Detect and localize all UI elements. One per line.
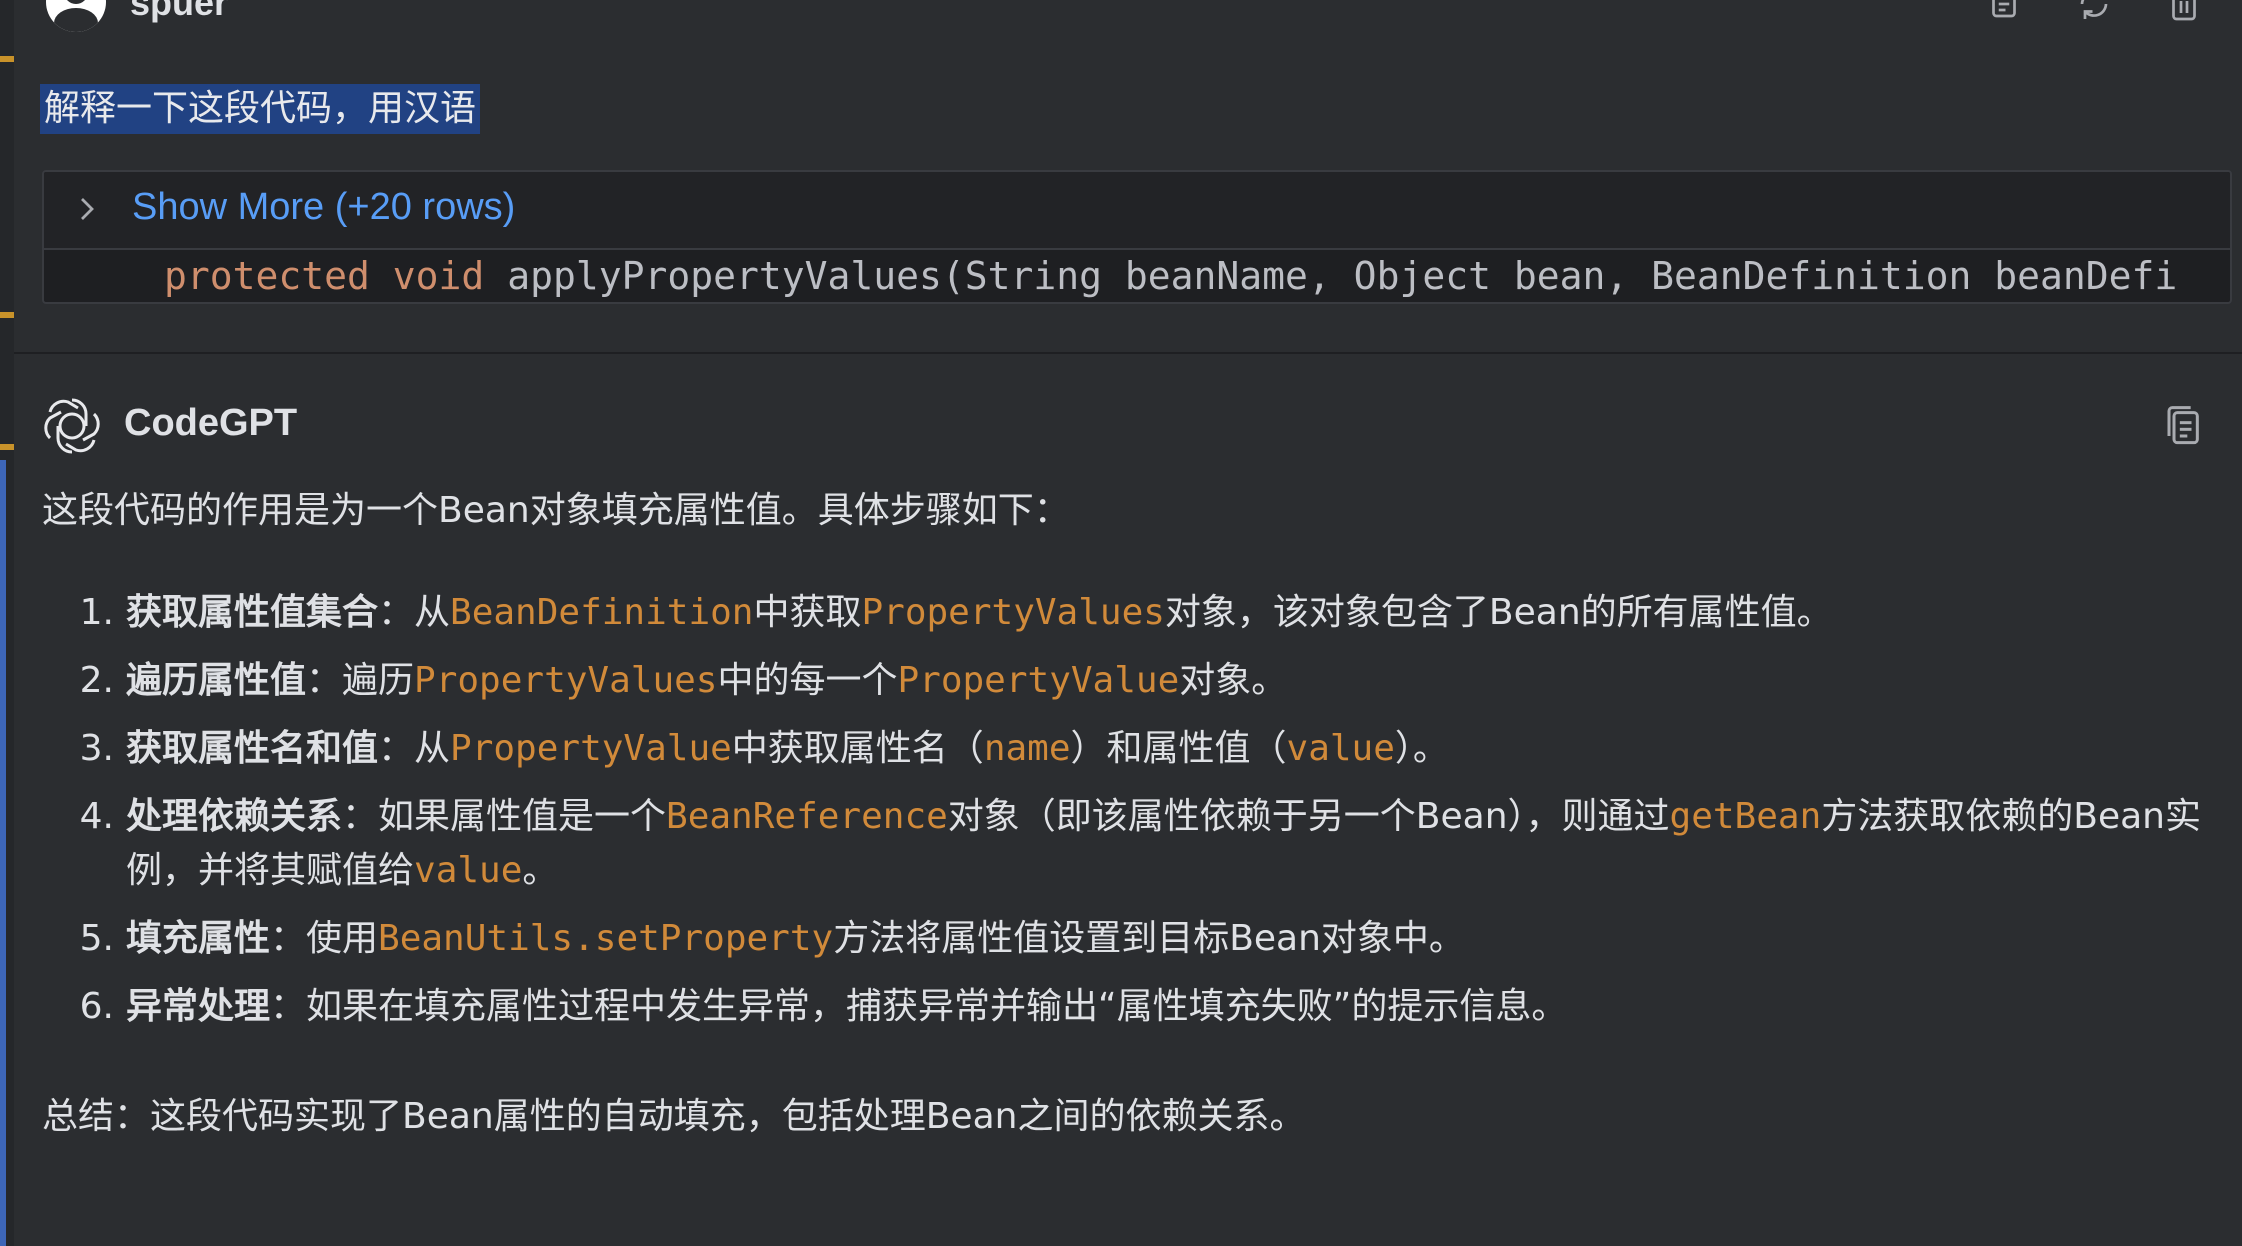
code-text: applyPropertyValues(String beanName, Obj… bbox=[507, 254, 2178, 298]
list-item-number: 4. bbox=[79, 796, 114, 837]
step-text: 对象，该对象包含了Bean的所有属性值。 bbox=[1164, 592, 1833, 633]
gutter-marker bbox=[0, 444, 14, 450]
step-title: 遍历属性值 bbox=[126, 660, 307, 701]
regenerate-icon[interactable] bbox=[2076, 0, 2112, 22]
copy-icon[interactable] bbox=[1986, 0, 2022, 22]
inline-code: BeanUtils.setProperty bbox=[378, 918, 834, 959]
list-item-number: 6. bbox=[79, 986, 114, 1027]
list-item-number: 5. bbox=[79, 918, 114, 959]
left-gutter bbox=[0, 0, 14, 1246]
user-prompt: 解释一下这段代码，用汉语 bbox=[40, 84, 481, 134]
list-item: 4. 处理依赖关系：如果属性值是一个BeanReference对象（即该属性依赖于… bbox=[80, 790, 2222, 898]
code-line: protected void applyPropertyValues(Strin… bbox=[44, 250, 2230, 302]
copy-icon[interactable] bbox=[2164, 404, 2204, 448]
code-snippet-header[interactable]: Show More (+20 rows) bbox=[44, 172, 2230, 250]
inline-code: PropertyValues bbox=[861, 592, 1165, 633]
chevron-right-icon[interactable] bbox=[74, 194, 100, 224]
response-intro: 这段代码的作用是为一个Bean对象填充属性值。具体步骤如下： bbox=[42, 490, 1070, 531]
step-text: ）。 bbox=[1394, 728, 1449, 769]
assistant-name: CodeGPT bbox=[124, 402, 298, 444]
step-text: ：从 bbox=[378, 728, 451, 769]
step-text: ：如果属性值是一个 bbox=[342, 796, 667, 837]
user-avatar bbox=[46, 0, 106, 32]
inline-code: PropertyValue bbox=[897, 660, 1180, 701]
list-item: 1. 获取属性值集合：从BeanDefinition中获取PropertyValu… bbox=[80, 586, 2222, 640]
assistant-response: 这段代码的作用是为一个Bean对象填充属性值。具体步骤如下： 1. 获取属性值集合… bbox=[42, 484, 2222, 1180]
inline-code: name bbox=[983, 728, 1071, 769]
list-item-number: 2. bbox=[79, 660, 114, 701]
code-keyword: void bbox=[392, 254, 485, 298]
gutter-marker bbox=[0, 312, 14, 318]
list-item: 6. 异常处理：如果在填充属性过程中发生异常，捕获异常并输出“属性填充失败”的提示… bbox=[80, 980, 2222, 1034]
step-title: 获取属性值集合 bbox=[126, 592, 379, 633]
user-message: spuer 解释一下这段代码，用汉语 Show More (+20 rows) … bbox=[14, 0, 2242, 354]
step-title: 异常处理 bbox=[126, 986, 271, 1027]
gutter-marker bbox=[0, 56, 14, 62]
chat-panel: spuer 解释一下这段代码，用汉语 Show More (+20 rows) … bbox=[0, 0, 2242, 1246]
step-text: ：如果在填充属性过程中发生异常，捕获异常并输出“属性填充失败”的提示信息。 bbox=[270, 986, 1568, 1027]
inline-code: getBean bbox=[1669, 796, 1822, 837]
step-text: 中获取属性名（ bbox=[731, 728, 984, 769]
step-text: 对象（即该属性依赖于另一个Bean），则通过 bbox=[947, 796, 1670, 837]
step-text: 中获取 bbox=[753, 592, 862, 633]
inline-code: value bbox=[1286, 728, 1395, 769]
step-title: 获取属性名和值 bbox=[126, 728, 379, 769]
steps-list: 1. 获取属性值集合：从BeanDefinition中获取PropertyValu… bbox=[42, 586, 2222, 1034]
step-text: ：遍历 bbox=[306, 660, 415, 701]
step-text: 对象。 bbox=[1179, 660, 1288, 701]
openai-logo-icon bbox=[44, 398, 100, 454]
inline-code: BeanDefinition bbox=[450, 592, 754, 633]
message-actions bbox=[1986, 0, 2202, 22]
assistant-message: CodeGPT 这段代码的作用是为一个Bean对象填充属性值。具体步骤如下： 1… bbox=[14, 354, 2242, 1246]
username: spuer bbox=[130, 0, 229, 23]
step-text: 。 bbox=[522, 850, 559, 891]
step-text: ）和属性值（ bbox=[1070, 728, 1287, 769]
inline-code: BeanReference bbox=[666, 796, 948, 837]
response-summary: 总结：这段代码实现了Bean属性的自动填充，包括处理Bean之间的依赖关系。 bbox=[42, 1096, 1306, 1137]
list-item: 5. 填充属性：使用BeanUtils.setProperty方法将属性值设置到目… bbox=[80, 912, 2222, 966]
inline-code: PropertyValues bbox=[414, 660, 718, 701]
code-snippet: Show More (+20 rows) protected void appl… bbox=[42, 170, 2232, 304]
step-title: 处理依赖关系 bbox=[126, 796, 343, 837]
list-item-number: 3. bbox=[79, 728, 114, 769]
list-item: 2. 遍历属性值：遍历PropertyValues中的每一个PropertyVal… bbox=[80, 654, 2222, 708]
step-text: 中的每一个 bbox=[717, 660, 898, 701]
step-text: ：从 bbox=[378, 592, 451, 633]
inline-code: PropertyValue bbox=[450, 728, 732, 769]
list-item: 3. 获取属性名和值：从PropertyValue中获取属性名（name）和属性值… bbox=[80, 722, 2222, 776]
list-item-number: 1. bbox=[79, 592, 114, 633]
delete-icon[interactable] bbox=[2166, 0, 2202, 22]
active-message-indicator bbox=[0, 460, 6, 1246]
show-more-link[interactable]: Show More (+20 rows) bbox=[132, 186, 515, 229]
step-text: 方法将属性值设置到目标Bean对象中。 bbox=[833, 918, 1465, 959]
inline-code: value bbox=[414, 850, 523, 891]
code-keyword: protected bbox=[164, 254, 370, 298]
step-title: 填充属性 bbox=[126, 918, 271, 959]
step-text: ：使用 bbox=[270, 918, 379, 959]
